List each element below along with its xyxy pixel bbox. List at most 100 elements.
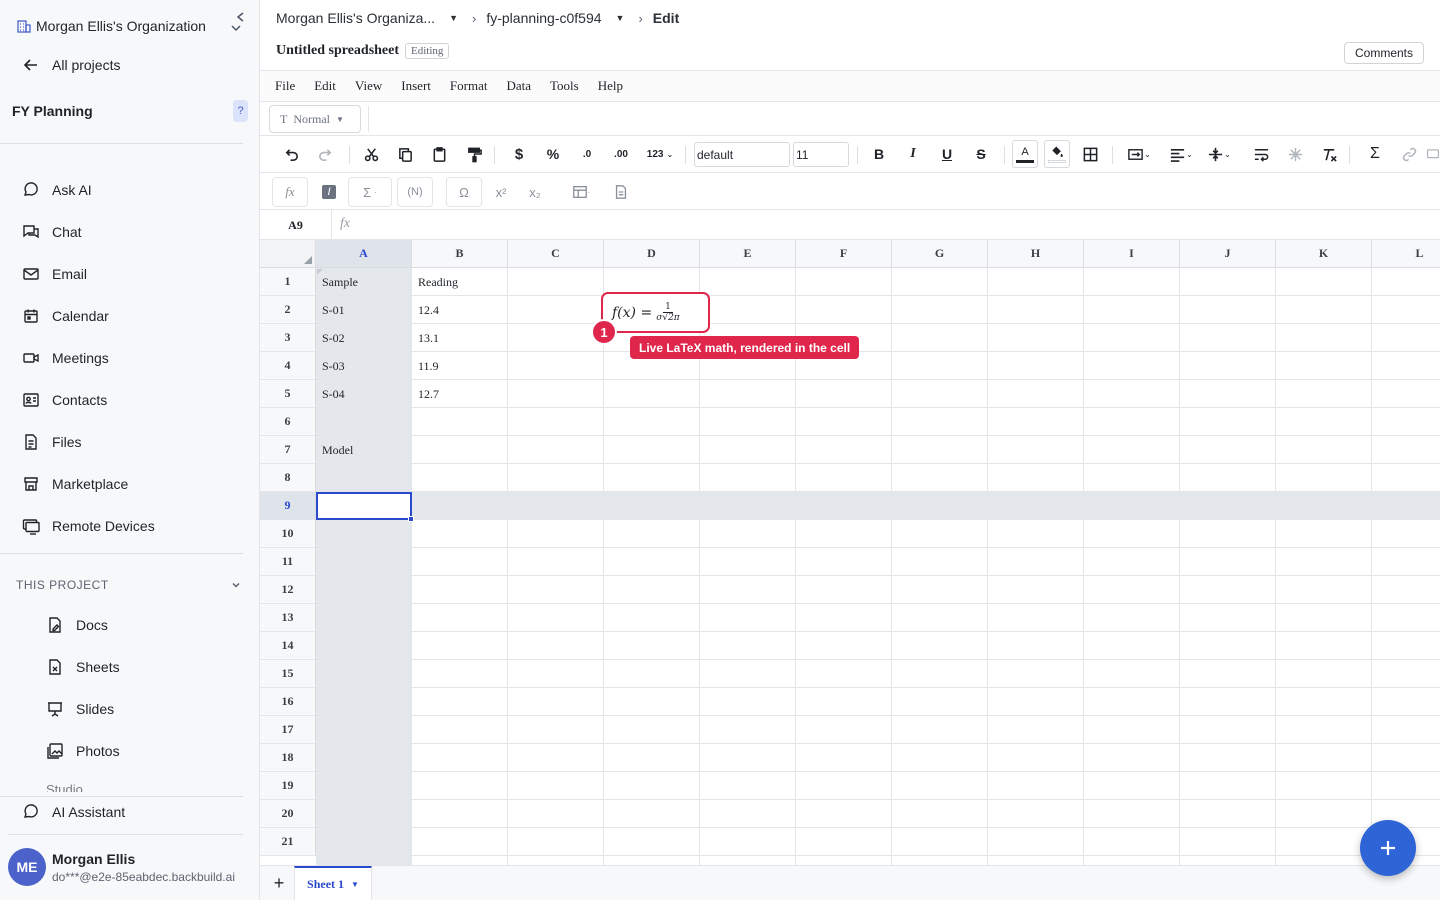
cell-b2[interactable]: 12.4 [412,296,508,324]
breadcrumb-org[interactable]: Morgan Ellis's Organiza... [276,10,435,26]
breadcrumb-project[interactable]: fy-planning-c0f594 [486,10,601,26]
paragraph-style-select[interactable]: T Normal ▼ [269,105,361,133]
sheet-tab-active[interactable]: Sheet 1 ▼ [294,866,372,900]
cell-a4[interactable]: S-03 [316,352,412,380]
nav-remote-devices[interactable]: Remote Devices [22,514,155,538]
active-cell-a9[interactable] [316,492,414,522]
cell-b1[interactable]: Reading [412,268,508,296]
row-header-5[interactable]: 5 [260,380,316,408]
freeze-icon[interactable] [1282,142,1308,166]
cell-a7[interactable]: Model [316,436,412,464]
all-projects-link[interactable]: All projects [22,54,120,76]
select-all-corner[interactable] [260,240,316,268]
comments-button[interactable]: Comments [1343,42,1424,64]
menu-data[interactable]: Data [506,78,531,94]
cell-a1[interactable]: Sample [316,268,412,296]
ai-assistant-button[interactable]: AI Assistant [22,800,125,824]
column-header-e[interactable]: E [700,240,796,268]
cell-a2[interactable]: S-01 [316,296,412,324]
column-header-d[interactable]: D [604,240,700,268]
copy-icon[interactable] [392,142,418,166]
cell-b4[interactable]: 11.9 [412,352,508,380]
nav-meetings[interactable]: Meetings [22,346,109,370]
subscript-button[interactable]: x₂ [522,177,548,207]
nav-marketplace[interactable]: Marketplace [22,472,128,496]
menu-tools[interactable]: Tools [550,78,579,94]
org-switcher[interactable]: Morgan Ellis's Organization [16,14,248,38]
insert-function-button[interactable]: fx [272,177,308,207]
project-item-slides[interactable]: Slides [46,697,114,721]
bold-icon[interactable]: B [866,142,892,166]
column-header-i[interactable]: I [1084,240,1180,268]
borders-icon[interactable] [1077,142,1103,166]
nav-contacts[interactable]: Contacts [22,388,107,412]
nav-ask-ai[interactable]: Ask AI [22,178,92,202]
document-title[interactable]: Untitled spreadsheet [276,43,399,59]
nav-chat[interactable]: Chat [22,220,82,244]
currency-format-button[interactable]: $ [506,142,532,166]
project-item-docs[interactable]: Docs [46,613,108,637]
fill-color-button[interactable] [1044,140,1070,168]
cell-b5[interactable]: 12.7 [412,380,508,408]
row-header-14[interactable]: 14 [260,632,316,660]
row-header-1[interactable]: 1 [260,268,316,296]
paste-icon[interactable] [426,142,452,166]
link-icon[interactable] [1396,142,1422,166]
caret-down-icon[interactable]: ▼ [449,13,458,23]
row-header-9[interactable]: 9 [260,492,316,520]
document-icon[interactable] [608,177,634,207]
column-header-f[interactable]: F [796,240,892,268]
row-header-6[interactable]: 6 [260,408,316,436]
nav-email[interactable]: Email [22,262,87,286]
sum-function-button[interactable]: Σ [1362,142,1388,166]
menu-file[interactable]: File [275,78,295,94]
named-range-button[interactable]: (N) [397,177,433,207]
percent-format-button[interactable]: % [540,142,566,166]
undo-icon[interactable] [278,142,304,166]
column-header-c[interactable]: C [508,240,604,268]
underline-icon[interactable]: U [934,142,960,166]
row-header-7[interactable]: 7 [260,436,316,464]
paint-format-icon[interactable] [461,142,487,166]
increase-decimal-button[interactable]: .00 [608,142,634,166]
strikethrough-icon[interactable]: S [968,142,994,166]
italic-icon[interactable]: I [900,142,926,166]
vertical-align-dropdown[interactable]: ⌄ [1204,142,1234,166]
column-header-b[interactable]: B [412,240,508,268]
row-header-12[interactable]: 12 [260,576,316,604]
font-family-input[interactable]: default [694,142,790,167]
cell-a5[interactable]: S-04 [316,380,412,408]
chevron-down-icon[interactable]: ▼ [351,880,359,889]
row-header-3[interactable]: 3 [260,324,316,352]
menu-edit[interactable]: Edit [314,78,336,94]
redo-icon[interactable] [312,142,338,166]
row-header-4[interactable]: 4 [260,352,316,380]
row-header-8[interactable]: 8 [260,464,316,492]
row-header-15[interactable]: 15 [260,660,316,688]
collapse-sidebar-icon[interactable] [228,8,248,32]
menu-view[interactable]: View [355,78,382,94]
insert-table-dropdown[interactable]: · [566,177,596,207]
add-sheet-button[interactable]: + [270,873,288,893]
clear-formatting-icon[interactable] [1316,142,1342,166]
menu-insert[interactable]: Insert [401,78,431,94]
cell-b3[interactable]: 13.1 [412,324,508,352]
this-project-section-header[interactable]: THIS PROJECT [16,576,242,594]
user-profile[interactable]: ME Morgan Ellis do***@e2e-85eabdec.backb… [8,847,248,887]
project-item-photos[interactable]: Photos [46,739,120,763]
cell-a3[interactable]: S-02 [316,324,412,352]
row-header-20[interactable]: 20 [260,800,316,828]
column-header-h[interactable]: H [988,240,1084,268]
project-item-sheets[interactable]: Sheets [46,655,120,679]
column-header-j[interactable]: J [1180,240,1276,268]
special-characters-button[interactable]: Ω [446,177,482,207]
row-header-10[interactable]: 10 [260,520,316,548]
nav-files[interactable]: Files [22,430,82,454]
row-header-21[interactable]: 21 [260,828,316,856]
nav-calendar[interactable]: Calendar [22,304,109,328]
row-header-19[interactable]: 19 [260,772,316,800]
column-header-k[interactable]: K [1276,240,1372,268]
horizontal-align-dropdown[interactable]: ⌄ [1166,142,1196,166]
column-header-g[interactable]: G [892,240,988,268]
italic-math-icon[interactable]: I [322,185,336,199]
